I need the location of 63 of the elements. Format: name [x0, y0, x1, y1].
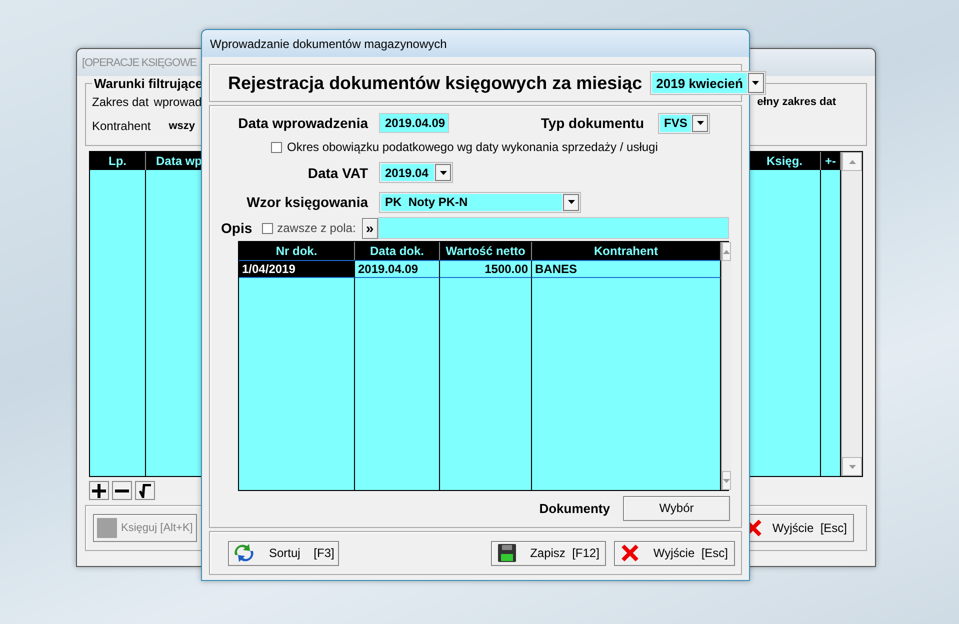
type-dropdown[interactable]: FVS	[658, 112, 710, 134]
toolbar-button[interactable]	[135, 481, 155, 500]
toolbar-button[interactable]	[89, 481, 109, 500]
field-label: Wzor księgowania	[246, 194, 368, 210]
minus-icon	[115, 488, 129, 492]
dropdown-button[interactable]	[748, 73, 764, 93]
dropdown-button[interactable]	[435, 164, 451, 182]
plus-icon	[92, 484, 106, 498]
column-header: Kontrahent	[532, 242, 721, 260]
toolbar-button[interactable]	[112, 481, 132, 500]
checkbox[interactable]	[271, 142, 282, 153]
table-cell[interactable]: 1500.00	[440, 260, 532, 278]
table-cell[interactable]: BANES	[532, 260, 721, 278]
choose-button[interactable]: Wybór	[623, 496, 730, 521]
scroll-button[interactable]	[842, 457, 862, 476]
column-header: Data dok.	[355, 242, 440, 260]
field-value: ełny zakres dat	[757, 96, 836, 108]
close-icon	[621, 544, 640, 562]
table-cell[interactable]: 1/04/2019	[239, 260, 355, 278]
dropdown-button[interactable]	[692, 114, 708, 132]
column-header: Wartość netto	[440, 242, 532, 260]
column-header: Lp.	[90, 152, 146, 170]
refresh-arrows-icon	[233, 543, 255, 563]
field-label: Kontrahent	[92, 119, 151, 133]
column-header: Nr dok.	[239, 242, 355, 260]
scroll-up-arrow-icon	[848, 160, 856, 164]
checkbox-label: Okres obowiązku podatkowego wg daty wykonania sprzedaży / usługi	[287, 140, 658, 154]
checkbox[interactable]	[262, 222, 274, 234]
window-title: Wprowadzanie dokumentów magazynowych	[202, 30, 749, 57]
dropdown-button[interactable]	[563, 194, 579, 211]
month-dropdown[interactable]: 2019 kwiecień	[650, 71, 766, 95]
field-label: Zakres dat	[92, 95, 149, 109]
square-root-icon	[139, 484, 151, 498]
field-label: Typ dokumentu	[540, 115, 644, 132]
scroll-up-arrow-icon	[723, 250, 730, 254]
group-title: Warunki filtrujące	[93, 76, 204, 91]
field-label: Data wprowadzenia	[237, 115, 368, 132]
down-arrow-icon	[752, 81, 760, 85]
description-field[interactable]	[378, 217, 729, 240]
scroll-button[interactable]	[842, 152, 862, 171]
scroll-button[interactable]	[722, 242, 731, 262]
table-cell[interactable]: 2019.04.09	[355, 260, 440, 278]
dialog-button[interactable]: Zapisz [F12]	[491, 540, 606, 566]
down-arrow-icon	[568, 200, 574, 204]
down-arrow-icon	[696, 121, 704, 126]
date-field[interactable]: 2019.04.09	[379, 113, 449, 134]
down-arrow-icon	[723, 478, 730, 483]
dialog-button[interactable]: Wyjście [Esc]	[614, 540, 735, 566]
checkbox-label: zawsze z pola:	[277, 221, 356, 236]
down-arrow-icon	[440, 170, 446, 175]
disabled-icon	[97, 518, 117, 538]
copy-button[interactable]: »	[362, 218, 378, 239]
field-value: wprowad	[154, 95, 202, 109]
date-dropdown[interactable]: 2019.04	[379, 162, 453, 184]
down-arrow-icon	[848, 464, 856, 468]
column-header: Księg.	[749, 152, 821, 170]
column-header: +-	[821, 152, 841, 170]
field-label: Opis	[221, 220, 252, 236]
scroll-button[interactable]	[722, 471, 731, 490]
dialog-button[interactable]: Sortuj [F3]	[228, 540, 340, 566]
template-dropdown[interactable]: PK Noty PK-N	[379, 192, 581, 213]
field-label: Dokumenty	[539, 500, 610, 516]
field-value: wszy	[168, 120, 196, 132]
